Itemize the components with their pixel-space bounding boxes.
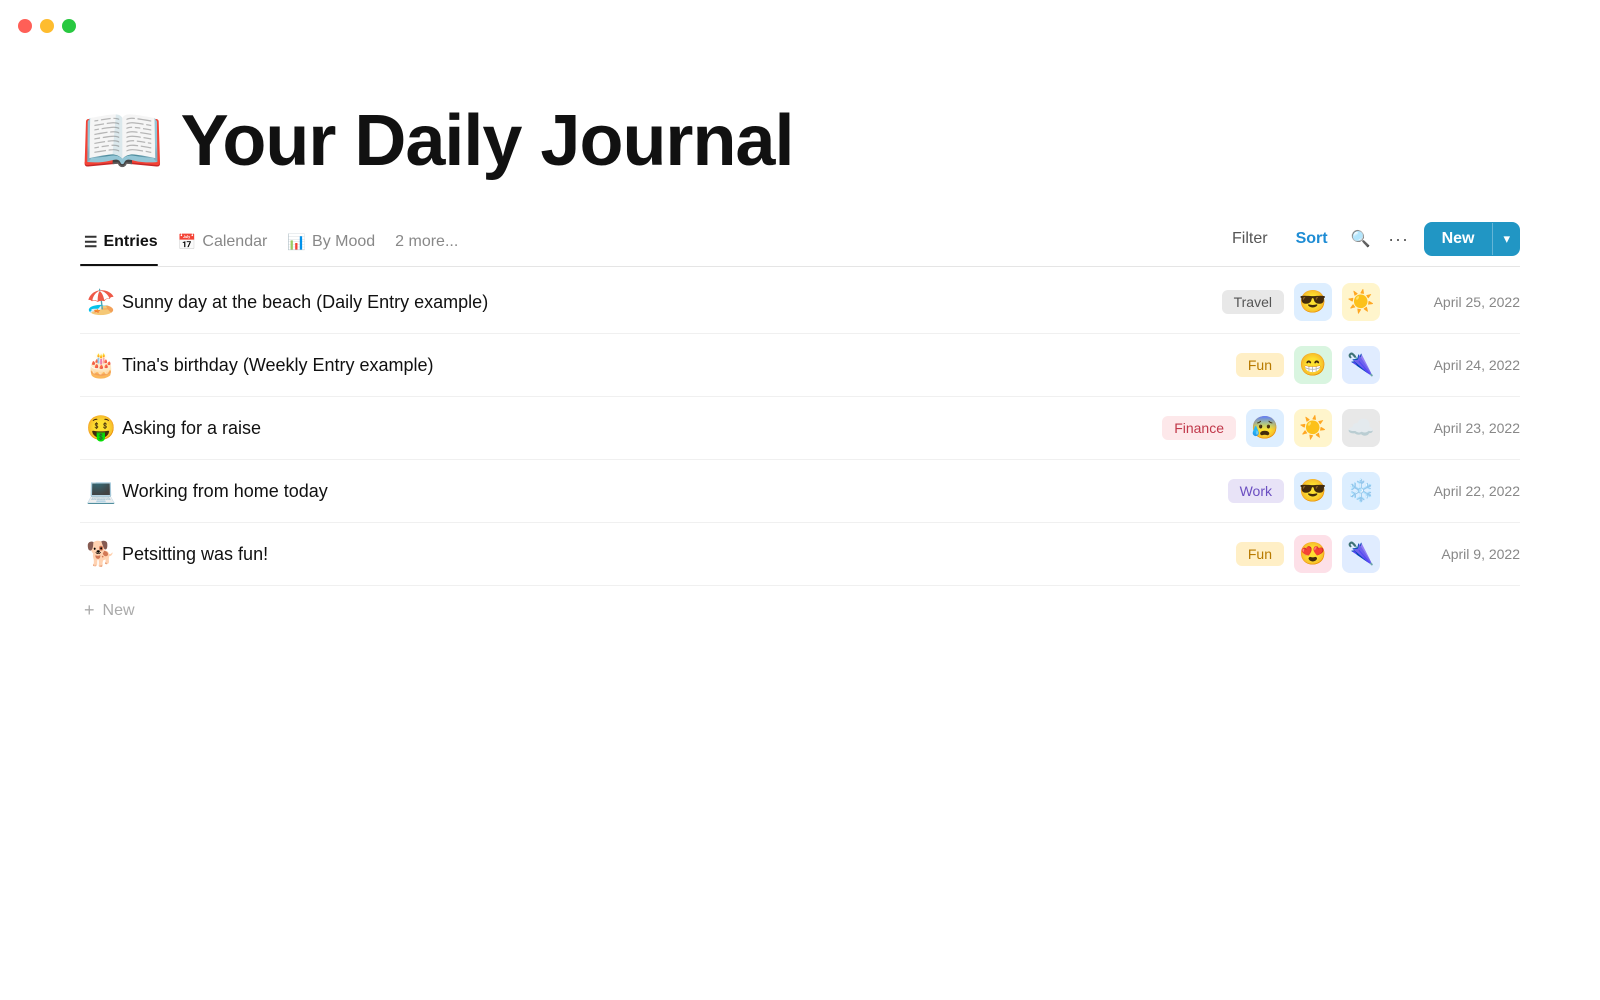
tab-by-mood[interactable]: 📊 By Mood xyxy=(283,223,391,265)
new-button[interactable]: New xyxy=(1424,222,1493,256)
entry-date: April 24, 2022 xyxy=(1390,357,1520,373)
page-title: Your Daily Journal xyxy=(181,100,794,182)
entry-meta: Fun 😍 🌂 April 9, 2022 xyxy=(1236,535,1520,573)
mood-emoji: 😁 xyxy=(1299,352,1326,378)
close-button[interactable] xyxy=(18,19,32,33)
weather-emoji: 🌂 xyxy=(1347,541,1374,567)
page-header: 📖 Your Daily Journal xyxy=(80,100,1520,182)
entry-meta: Finance 😰 ☀️ ☁️ April 23, 2022 xyxy=(1162,409,1520,447)
add-new-row[interactable]: + New xyxy=(80,586,1520,635)
weather-emoji: 🌂 xyxy=(1347,352,1374,378)
entry-meta: Travel 😎 ☀️ April 25, 2022 xyxy=(1222,283,1520,321)
page-icon: 📖 xyxy=(80,107,165,175)
entries-table: 🏖️ Sunny day at the beach (Daily Entry e… xyxy=(80,271,1520,635)
new-button-group: New ▾ xyxy=(1424,222,1520,256)
mood-badge: 😰 xyxy=(1246,409,1284,447)
mood-badge: 😎 xyxy=(1294,472,1332,510)
entry-date: April 22, 2022 xyxy=(1390,483,1520,499)
fullscreen-button[interactable] xyxy=(62,19,76,33)
entries-icon: ☰ xyxy=(84,233,97,251)
entry-meta: Work 😎 ❄️ April 22, 2022 xyxy=(1228,472,1520,510)
entry-date: April 9, 2022 xyxy=(1390,546,1520,562)
main-content: 📖 Your Daily Journal ☰ Entries 📅 Calenda… xyxy=(0,52,1600,675)
tabs-bar: ☰ Entries 📅 Calendar 📊 By Mood 2 more...… xyxy=(80,222,1520,267)
entry-emoji: 🤑 xyxy=(80,414,122,443)
weather-badge: ☀️ xyxy=(1342,283,1380,321)
entry-title: Tina's birthday (Weekly Entry example) xyxy=(122,355,1236,376)
toolbar-right: Filter Sort 🔍 ··· New ▾ xyxy=(1220,222,1520,266)
tab-entries-label: Entries xyxy=(103,233,157,251)
entry-date: April 25, 2022 xyxy=(1390,294,1520,310)
table-row[interactable]: 🐕 Petsitting was fun! Fun 😍 🌂 April 9, 2… xyxy=(80,523,1520,586)
titlebar xyxy=(0,0,1600,52)
weather-emoji: ☀️ xyxy=(1347,289,1374,315)
tab-calendar[interactable]: 📅 Calendar xyxy=(174,223,284,265)
entry-tag[interactable]: Fun xyxy=(1236,542,1284,566)
entry-title: Asking for a raise xyxy=(122,418,1162,439)
entry-emoji: 🏖️ xyxy=(80,288,122,317)
mood-emoji: 😎 xyxy=(1299,478,1326,504)
table-row[interactable]: 🏖️ Sunny day at the beach (Daily Entry e… xyxy=(80,271,1520,334)
weather-emoji: ☀️ xyxy=(1299,415,1326,441)
entry-emoji: 🎂 xyxy=(80,351,122,380)
calendar-icon: 📅 xyxy=(178,233,197,251)
table-row[interactable]: 🤑 Asking for a raise Finance 😰 ☀️ ☁️ Apr… xyxy=(80,397,1520,460)
new-dropdown-button[interactable]: ▾ xyxy=(1492,223,1520,255)
tab-entries[interactable]: ☰ Entries xyxy=(80,223,174,265)
ellipsis-icon: ··· xyxy=(1388,229,1409,250)
table-row[interactable]: 💻 Working from home today Work 😎 ❄️ Apri… xyxy=(80,460,1520,523)
search-button[interactable]: 🔍 xyxy=(1344,222,1378,256)
table-row[interactable]: 🎂 Tina's birthday (Weekly Entry example)… xyxy=(80,334,1520,397)
extra-weather-emoji: ☁️ xyxy=(1347,415,1374,441)
entry-meta: Fun 😁 🌂 April 24, 2022 xyxy=(1236,346,1520,384)
tab-more[interactable]: 2 more... xyxy=(391,223,474,265)
entry-tag[interactable]: Work xyxy=(1228,479,1284,503)
mood-badge: 😍 xyxy=(1294,535,1332,573)
weather-badge: 🌂 xyxy=(1342,535,1380,573)
filter-button[interactable]: Filter xyxy=(1220,224,1280,254)
add-new-label: New xyxy=(103,602,135,620)
search-icon: 🔍 xyxy=(1351,229,1371,249)
mood-emoji: 😎 xyxy=(1299,289,1326,315)
tab-calendar-label: Calendar xyxy=(202,233,267,251)
plus-icon: + xyxy=(84,600,95,621)
weather-badge: ❄️ xyxy=(1342,472,1380,510)
entry-date: April 23, 2022 xyxy=(1390,420,1520,436)
sort-button[interactable]: Sort xyxy=(1284,224,1340,254)
minimize-button[interactable] xyxy=(40,19,54,33)
entry-tag[interactable]: Travel xyxy=(1222,290,1284,314)
entry-title: Petsitting was fun! xyxy=(122,544,1236,565)
entry-tag[interactable]: Finance xyxy=(1162,416,1236,440)
entry-title: Working from home today xyxy=(122,481,1228,502)
extra-weather-badge: ☁️ xyxy=(1342,409,1380,447)
entry-tag[interactable]: Fun xyxy=(1236,353,1284,377)
entry-emoji: 💻 xyxy=(80,477,122,506)
by-mood-icon: 📊 xyxy=(287,233,306,251)
weather-badge: 🌂 xyxy=(1342,346,1380,384)
more-options-button[interactable]: ··· xyxy=(1382,222,1416,256)
entry-emoji: 🐕 xyxy=(80,540,122,569)
mood-badge: 😁 xyxy=(1294,346,1332,384)
tab-by-mood-label: By Mood xyxy=(312,233,375,251)
weather-emoji: ❄️ xyxy=(1347,478,1374,504)
entry-title: Sunny day at the beach (Daily Entry exam… xyxy=(122,292,1222,313)
mood-emoji: 😰 xyxy=(1251,415,1278,441)
tab-more-label: 2 more... xyxy=(395,233,458,251)
weather-badge: ☀️ xyxy=(1294,409,1332,447)
mood-badge: 😎 xyxy=(1294,283,1332,321)
mood-emoji: 😍 xyxy=(1299,541,1326,567)
